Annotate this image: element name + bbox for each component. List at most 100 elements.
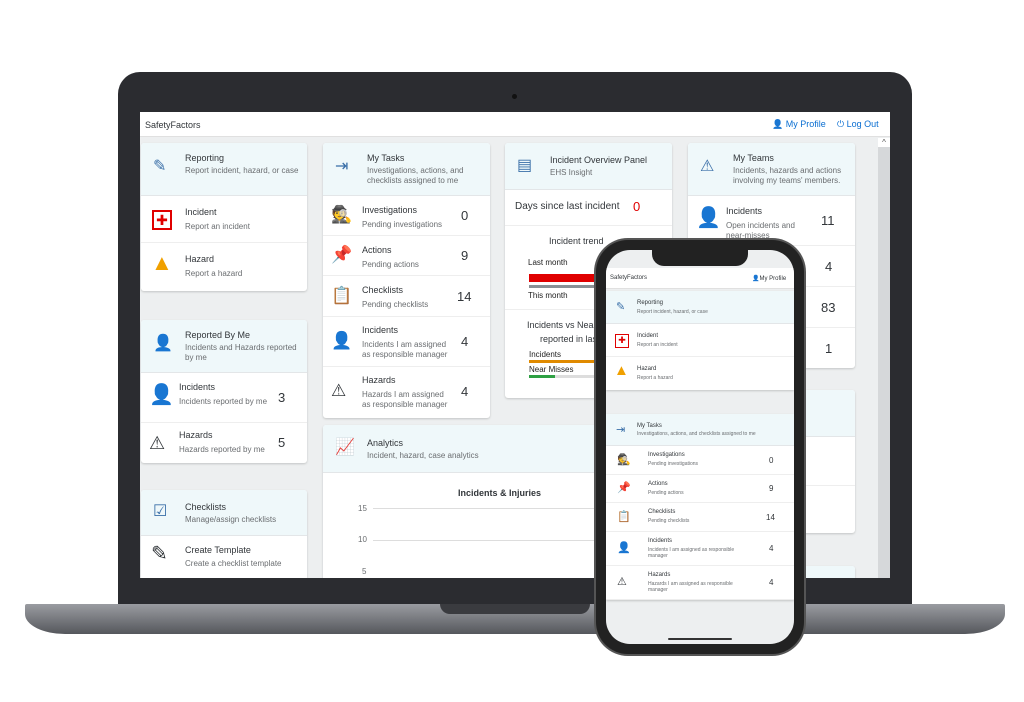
task-item[interactable]: 📌 Actions Pending actions 9: [606, 475, 794, 503]
card-title: My Teams: [733, 153, 774, 163]
checklists-header[interactable]: ☑ Checklists Manage/assign checklists: [141, 490, 307, 536]
item-subtitle: Incidents I am assigned as responsible m…: [362, 340, 448, 359]
my-profile-link[interactable]: 👤 My Profile: [772, 119, 826, 130]
clipboard-icon: 📋: [331, 285, 353, 305]
user-add-icon: 👤: [331, 331, 353, 350]
item-title: Investigations: [648, 452, 685, 458]
item-subtitle: Hazards I am assigned as responsible man…: [362, 390, 448, 409]
medical-cross-icon: ✚: [615, 334, 629, 348]
reported-by-me-header[interactable]: 👤 Reported By Me Incidents and Hazards r…: [141, 320, 307, 373]
item-subtitle: Incidents I am assigned as responsible m…: [648, 547, 735, 559]
item-title: Hazards: [179, 430, 213, 440]
report-hazard-item[interactable]: ▲ Hazard Report a hazard: [606, 357, 794, 390]
task-item[interactable]: 👤 Incidents Incidents I am assigned as r…: [606, 532, 794, 566]
app-header: SafetyFactors 👤 My Profile ⏻ Log Out: [140, 112, 890, 137]
medical-cross-icon: ✚: [152, 210, 172, 230]
my-profile-label: My Profile: [785, 119, 826, 129]
item-title: Actions: [362, 245, 392, 255]
phone-notch: [652, 248, 748, 266]
scrollbar[interactable]: ^: [878, 138, 890, 578]
card-subtitle: Incidents and Hazards reported by me: [185, 343, 297, 362]
my-tasks-header[interactable]: ⇥ My Tasks Investigations, actions, and …: [323, 143, 490, 196]
power-icon: ⏻: [837, 119, 845, 129]
reporting-title: Reporting: [185, 153, 225, 163]
item-subtitle: Hazards reported by me: [179, 445, 265, 454]
card-subtitle: Investigations, actions, and checklists …: [367, 166, 464, 185]
my-profile-link[interactable]: 👤My Profile: [752, 275, 786, 282]
days-since-row: Days since last incident 0: [505, 190, 672, 226]
item-subtitle: Pending checklists: [648, 518, 690, 524]
item-title: Hazard: [637, 366, 657, 372]
investigation-icon: 🕵: [331, 205, 353, 224]
item-title: Incidents: [726, 206, 763, 216]
reported-hazards-item[interactable]: ⚠ Hazards Hazards reported by me 5: [141, 423, 307, 463]
task-item[interactable]: ⚠ Hazards Hazards I am assigned as respo…: [323, 367, 490, 417]
item-title: Hazards: [362, 375, 396, 385]
calendar-arrow-icon: ⇥: [616, 424, 626, 436]
my-tasks-header[interactable]: ⇥ My Tasks Investigations, actions, and …: [606, 414, 794, 446]
reporting-header[interactable]: ✎ Reporting Report incident, hazard, or …: [141, 143, 307, 196]
task-item[interactable]: ⚠ Hazards Hazards I am assigned as respo…: [606, 566, 794, 600]
task-item[interactable]: 🕵 Investigations Pending investigations …: [606, 446, 794, 475]
card-subtitle: Incident, hazard, case analytics: [367, 451, 479, 460]
hazard-list-icon: ⚠: [617, 576, 627, 588]
checklist-icon: ☑: [153, 503, 168, 520]
card-subtitle: Investigations, actions, and checklists …: [637, 431, 756, 437]
log-out-label: Log Out: [846, 119, 879, 129]
reported-incidents-item[interactable]: 👤 Incidents Incidents reported by me 3: [141, 373, 307, 423]
item-subtitle: Open incidents and near-misses: [726, 221, 795, 240]
card-title: Reported By Me: [185, 330, 251, 340]
my-teams-header[interactable]: ⚠ My Teams Incidents, hazards and action…: [688, 143, 855, 196]
card-title: Analytics: [367, 438, 404, 448]
app-title: SafetyFactors: [610, 275, 648, 281]
y-tick: 10: [358, 535, 367, 544]
y-tick: 5: [362, 567, 367, 576]
task-item[interactable]: 📋 Checklists Pending checklists 14: [323, 276, 490, 317]
item-count: 4: [769, 578, 774, 587]
report-hazard-item[interactable]: ▲ Hazard Report a hazard: [141, 243, 307, 290]
warning-icon: ▲: [614, 362, 629, 379]
log-out-link[interactable]: ⏻ Log Out: [837, 119, 879, 130]
item-title: Incidents: [179, 382, 216, 392]
user-add-icon: 👤: [149, 384, 174, 406]
hazard-list-icon: ⚠: [331, 381, 347, 400]
item-subtitle: Pending checklists: [362, 300, 429, 309]
item-title: Investigations: [362, 205, 418, 215]
card-title: Reporting: [637, 300, 664, 306]
item-title: Checklists: [648, 509, 676, 515]
task-item[interactable]: 🕵 Investigations Pending investigations …: [323, 196, 490, 236]
report-pencil-icon: ✎: [153, 158, 167, 175]
report-incident-item[interactable]: ✚ Incident Report an incident: [606, 324, 794, 357]
item-title: Hazard: [185, 254, 215, 264]
scroll-up-icon[interactable]: ^: [878, 138, 890, 147]
hazard-list-icon: ⚠: [149, 433, 166, 453]
item-subtitle: Report an incident: [185, 222, 250, 231]
item-subtitle: Incidents reported by me: [179, 397, 268, 406]
team-incidents-item[interactable]: 👤 Incidents Open incidents and near-miss…: [688, 196, 855, 246]
task-item[interactable]: 📌 Actions Pending actions 9: [323, 236, 490, 276]
my-tasks-card: ⇥ My Tasks Investigations, actions, and …: [323, 143, 490, 418]
reported-by-me-card: 👤 Reported By Me Incidents and Hazards r…: [141, 320, 307, 463]
create-template-item[interactable]: ✎ Create Template Create a checklist tem…: [141, 536, 307, 576]
item-subtitle: Pending actions: [648, 490, 684, 496]
task-item[interactable]: 👤 Incidents Incidents I am assigned as r…: [323, 317, 490, 367]
item-title: Actions: [648, 481, 668, 487]
report-incident-item[interactable]: ✚ Incident Report an incident: [141, 196, 307, 243]
reporting-header[interactable]: ✎ Reporting Report incident, hazard, or …: [606, 291, 794, 324]
card-title: My Tasks: [367, 153, 405, 163]
mobile-screen: SafetyFactors 👤My Profile ✎ Reporting Re…: [606, 250, 794, 644]
item-count: 11: [821, 213, 835, 228]
task-item[interactable]: 📋 Checklists Pending checklists 14: [606, 503, 794, 532]
edit-icon: ✎: [151, 543, 168, 565]
item-count: 9: [769, 484, 774, 493]
vs-title: Incidents vs Near: [527, 320, 597, 330]
mobile-my-tasks-card: ⇥ My Tasks Investigations, actions, and …: [606, 414, 794, 600]
card-title: Incident Overview Panel: [550, 155, 648, 165]
item-count: 14: [457, 288, 472, 304]
item-title: Incident: [185, 207, 217, 217]
report-pencil-icon: ✎: [616, 301, 626, 313]
item-count: 3: [278, 390, 286, 405]
overview-header[interactable]: ▤ Incident Overview Panel EHS Insight: [505, 143, 672, 190]
home-indicator[interactable]: [668, 638, 732, 640]
item-subtitle: Pending actions: [362, 260, 419, 269]
